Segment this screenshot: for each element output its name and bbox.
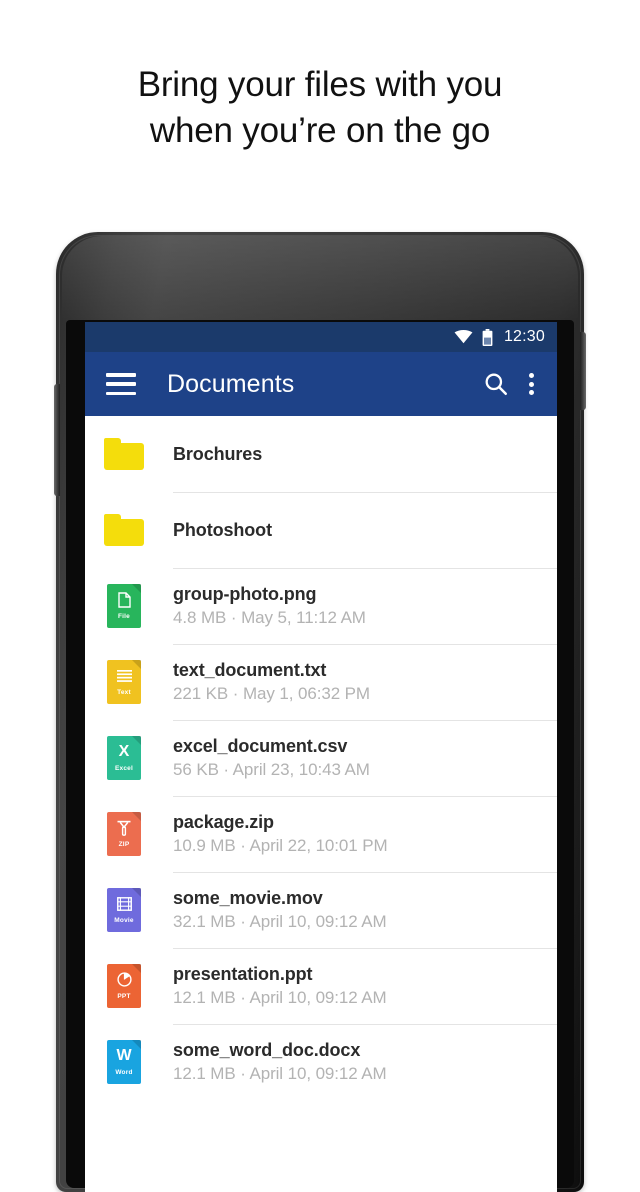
- file-name: Photoshoot: [173, 520, 272, 540]
- word-w-glyph: W: [116, 1046, 132, 1064]
- list-item[interactable]: ZIP package.zip 10.9 MB · April 22, 10:0…: [85, 796, 557, 872]
- headline-line-2: when you’re on the go: [149, 111, 491, 150]
- list-item-text: text_document.txt 221 KB · May 1, 06:32 …: [173, 659, 370, 705]
- app-bar: Documents: [85, 352, 557, 416]
- phone-screen: 12:30 Documents Brochures Photoshoot Fil…: [85, 322, 557, 1192]
- file-type-tag: Movie: [114, 916, 134, 924]
- overflow-dot: [529, 373, 534, 378]
- list-item[interactable]: PPT presentation.ppt 12.1 MB · April 10,…: [85, 948, 557, 1024]
- file-name: group-photo.png: [173, 584, 317, 604]
- file-word-icon: W Word: [101, 1035, 147, 1089]
- text-lines-glyph: [116, 667, 132, 685]
- status-bar: 12:30: [85, 322, 557, 352]
- zipper-glyph: [117, 819, 131, 837]
- file-type-tag: File: [118, 612, 130, 620]
- list-item[interactable]: Movie some_movie.mov 32.1 MB · April 10,…: [85, 872, 557, 948]
- search-icon[interactable]: [483, 371, 509, 397]
- folder-icon: [101, 503, 147, 557]
- phone-device-mockup: 12:30 Documents Brochures Photoshoot Fil…: [54, 232, 586, 1192]
- list-item[interactable]: Brochures: [85, 416, 557, 492]
- list-item-text: excel_document.csv 56 KB · April 23, 10:…: [173, 735, 370, 781]
- file-meta: 221 KB · May 1, 06:32 PM: [173, 684, 370, 703]
- file-meta: 12.1 MB · April 10, 09:12 AM: [173, 988, 387, 1007]
- file-movie-icon: Movie: [101, 883, 147, 937]
- page-title: Bring your files with you when you’re on…: [0, 62, 640, 154]
- film-strip-glyph: [116, 895, 132, 913]
- file-name: package.zip: [173, 812, 274, 832]
- file-name: presentation.ppt: [173, 964, 313, 984]
- list-item[interactable]: Text text_document.txt 221 KB · May 1, 0…: [85, 644, 557, 720]
- overflow-dot: [529, 390, 534, 395]
- hamburger-line: [106, 391, 136, 395]
- file-text-icon: Text: [101, 655, 147, 709]
- list-item-text: package.zip 10.9 MB · April 22, 10:01 PM: [173, 811, 388, 857]
- list-item[interactable]: W Word some_word_doc.docx 12.1 MB · Apri…: [85, 1024, 557, 1100]
- excel-x-glyph: X: [118, 742, 130, 760]
- list-item-text: presentation.ppt 12.1 MB · April 10, 09:…: [173, 963, 387, 1009]
- file-name: Brochures: [173, 444, 263, 464]
- file-name: text_document.txt: [173, 660, 327, 680]
- list-item[interactable]: X Excel excel_document.csv 56 KB · April…: [85, 720, 557, 796]
- list-item-text: some_word_doc.docx 12.1 MB · April 10, 0…: [173, 1039, 387, 1085]
- file-type-tag: Word: [115, 1068, 133, 1076]
- overflow-menu-icon[interactable]: [529, 373, 534, 395]
- hamburger-line: [106, 373, 136, 377]
- file-excel-icon: X Excel: [101, 731, 147, 785]
- file-type-tag: Excel: [115, 764, 133, 772]
- file-zip-icon: ZIP: [101, 807, 147, 861]
- status-bar-clock: 12:30: [503, 328, 545, 345]
- list-item-text: group-photo.png 4.8 MB · May 5, 11:12 AM: [173, 583, 366, 629]
- file-list: Brochures Photoshoot File group-photo.pn…: [85, 416, 557, 1192]
- hamburger-menu-icon[interactable]: [106, 373, 136, 395]
- list-item-text: some_movie.mov 32.1 MB · April 10, 09:12…: [173, 887, 387, 933]
- hamburger-line: [106, 382, 136, 386]
- document-glyph: [117, 591, 131, 609]
- pie-chart-glyph: [116, 971, 132, 989]
- list-item[interactable]: File group-photo.png 4.8 MB · May 5, 11:…: [85, 568, 557, 644]
- wifi-icon: [454, 330, 473, 344]
- file-type-tag: Text: [117, 688, 131, 696]
- list-item[interactable]: Photoshoot: [85, 492, 557, 568]
- list-item-text: Brochures: [173, 442, 262, 466]
- app-bar-title: Documents: [167, 369, 295, 398]
- file-meta: 32.1 MB · April 10, 09:12 AM: [173, 912, 387, 931]
- folder-icon: [101, 427, 147, 481]
- file-meta: 4.8 MB · May 5, 11:12 AM: [173, 608, 366, 627]
- file-name: excel_document.csv: [173, 736, 348, 756]
- file-powerpoint-icon: PPT: [101, 959, 147, 1013]
- battery-icon: [482, 328, 493, 346]
- headline-line-1: Bring your files with you: [137, 65, 503, 104]
- file-type-tag: ZIP: [118, 840, 130, 848]
- file-image-icon: File: [101, 579, 147, 633]
- overflow-dot: [529, 381, 534, 387]
- file-meta: 12.1 MB · April 10, 09:12 AM: [173, 1064, 387, 1083]
- file-meta: 10.9 MB · April 22, 10:01 PM: [173, 836, 388, 855]
- file-meta: 56 KB · April 23, 10:43 AM: [173, 760, 370, 779]
- file-name: some_word_doc.docx: [173, 1040, 361, 1060]
- status-bar-icons: 12:30: [454, 328, 545, 346]
- file-type-tag: PPT: [117, 992, 131, 1000]
- file-name: some_movie.mov: [173, 888, 323, 908]
- volume-button[interactable]: [54, 384, 60, 496]
- power-button[interactable]: [580, 332, 586, 410]
- list-item-text: Photoshoot: [173, 518, 272, 542]
